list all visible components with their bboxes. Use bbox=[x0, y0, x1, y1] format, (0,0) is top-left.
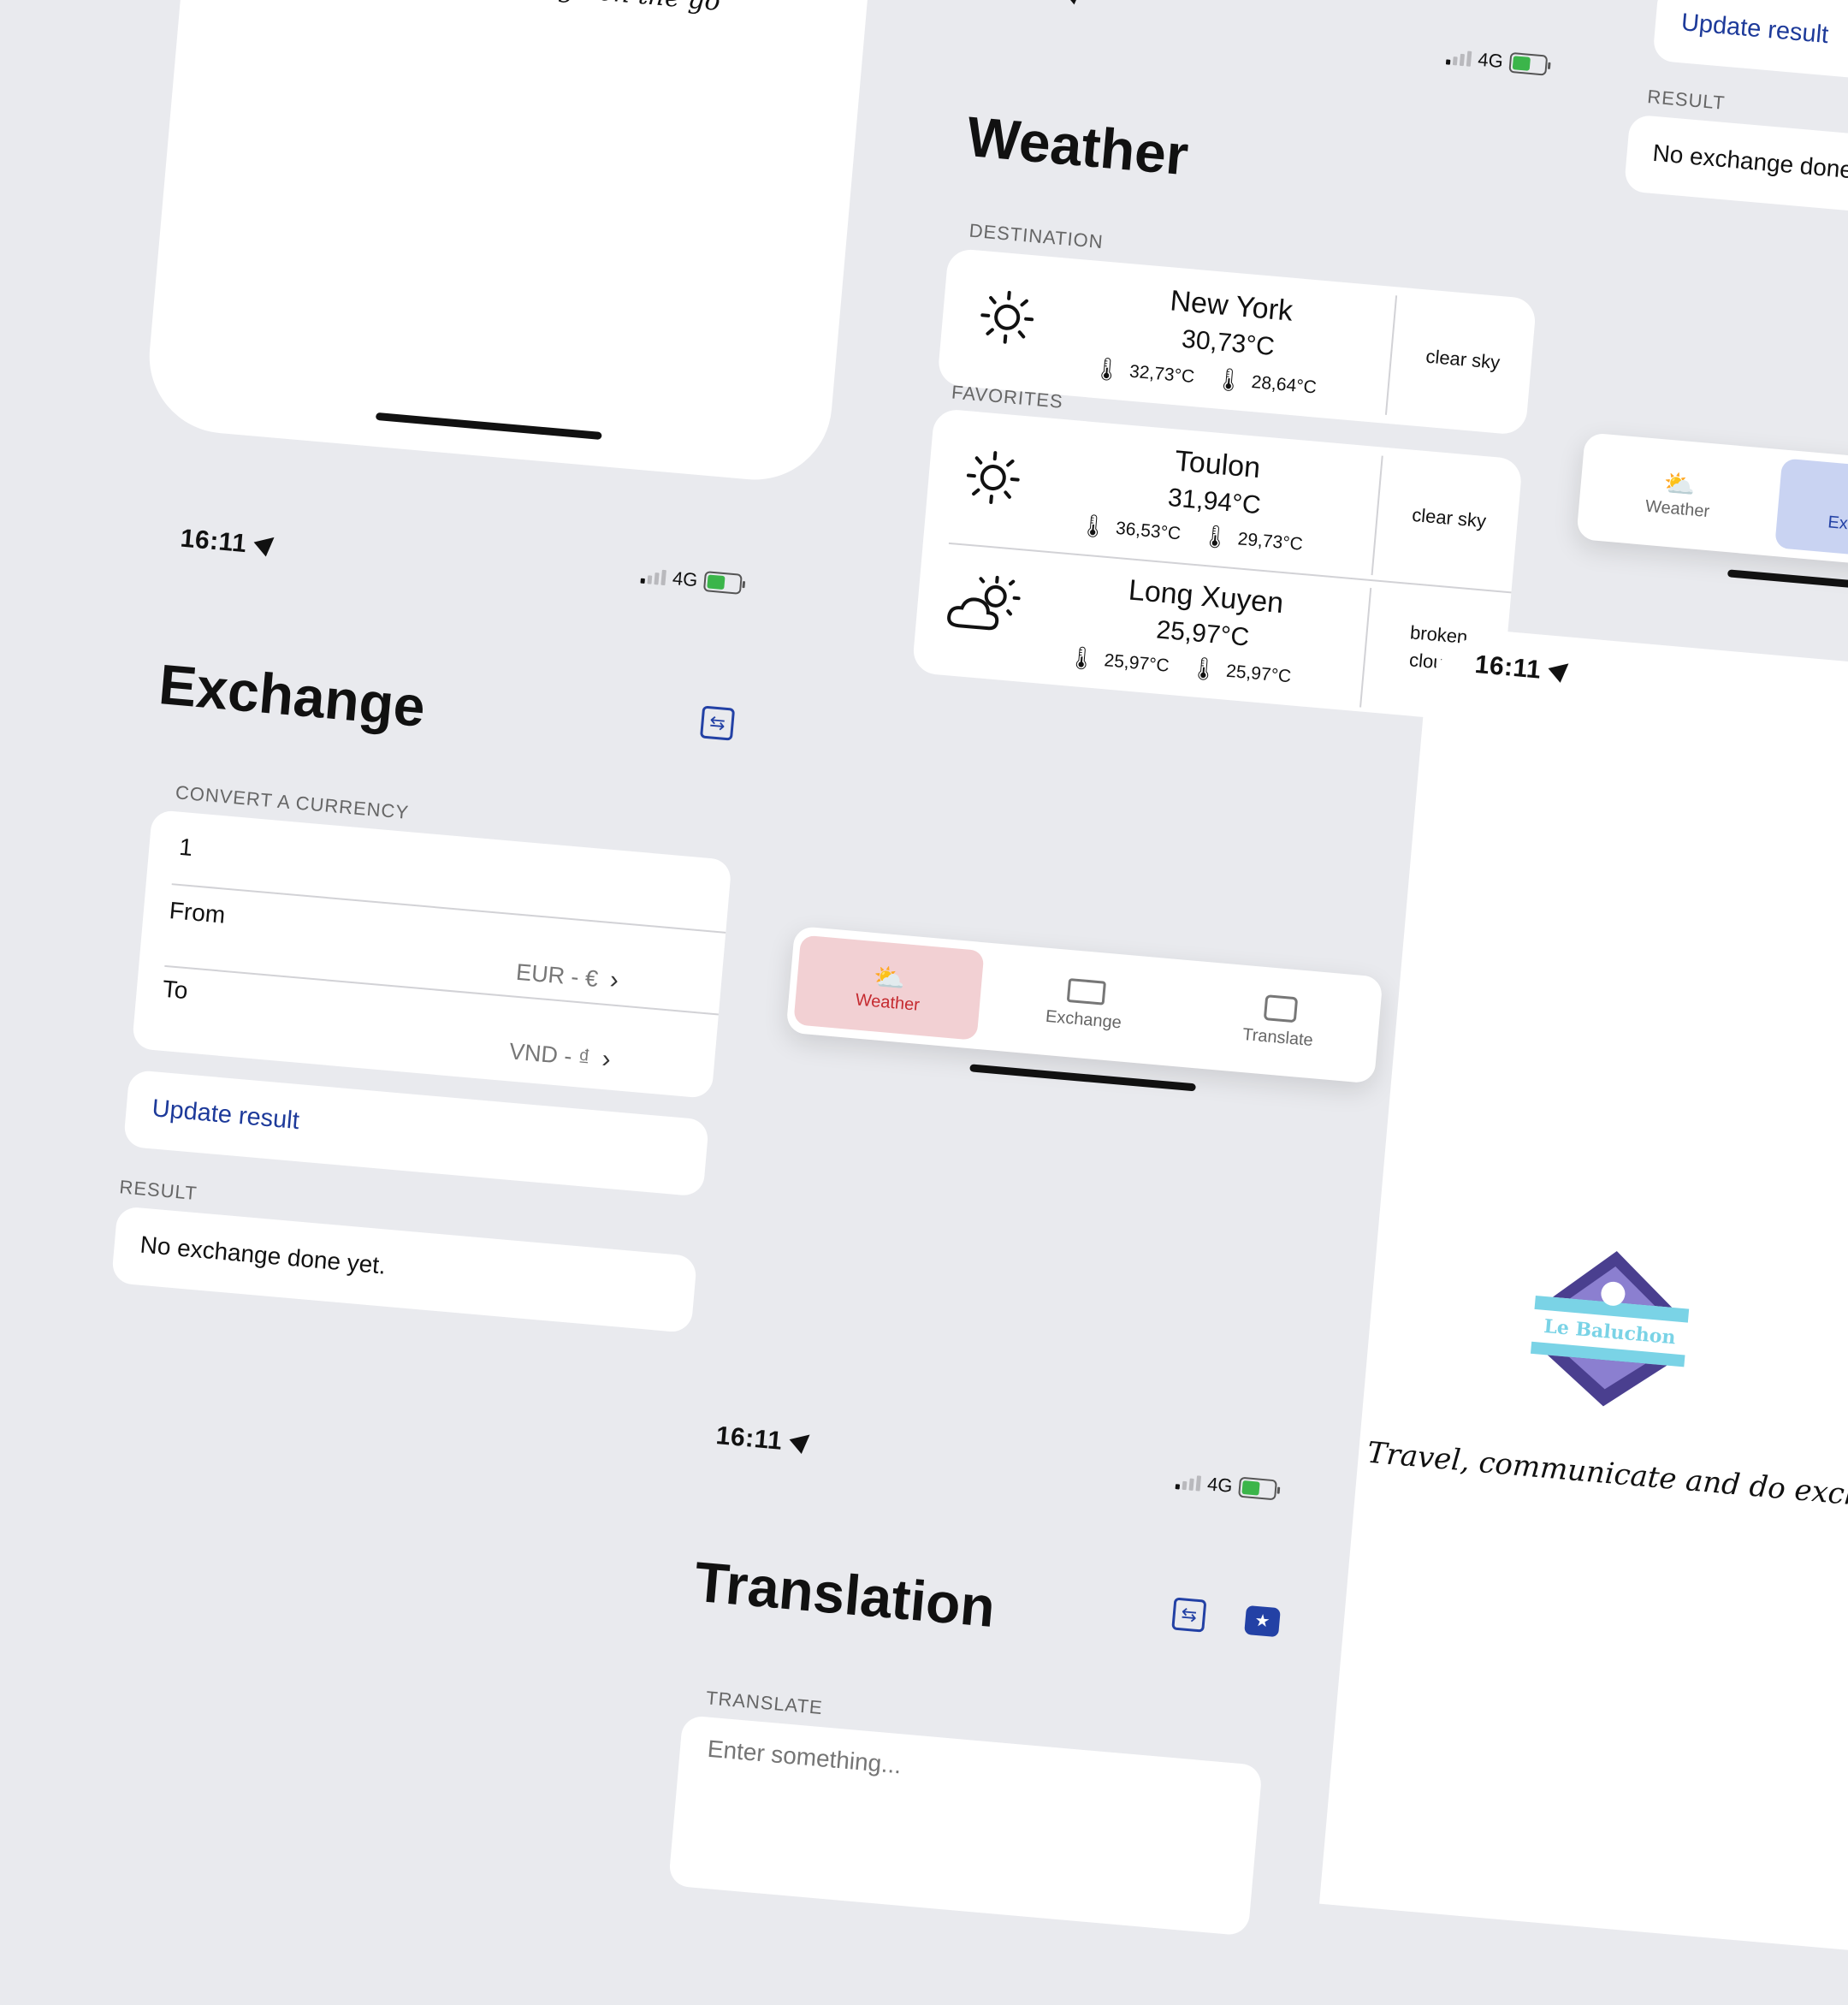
from-label: From bbox=[169, 897, 227, 929]
thermometer-sun-icon: 🌡 bbox=[1066, 644, 1097, 673]
favorite-divider bbox=[1371, 456, 1383, 576]
tab-bar-right: ⛅ Weather Exchange bbox=[1576, 432, 1848, 572]
collage-stage: nge on the go 16:11 4G Weather DESTINATI… bbox=[0, 0, 1848, 1925]
splash-screen-top-left: nge on the go bbox=[143, 0, 899, 486]
thermometer-sun-icon: 🌡 bbox=[1092, 355, 1122, 384]
tab-translate[interactable]: Translate bbox=[1183, 969, 1374, 1074]
swap-arrows-icon: ⇆ bbox=[1181, 1603, 1199, 1626]
sun-icon bbox=[974, 285, 1040, 350]
result-text: No exchange done yet. bbox=[139, 1231, 387, 1280]
favorite-translation-button[interactable]: ★ bbox=[1244, 1605, 1281, 1637]
battery-icon bbox=[1509, 52, 1549, 76]
home-indicator-right bbox=[1727, 569, 1848, 591]
from-picker[interactable]: EUR - € › bbox=[515, 958, 620, 995]
tab-exchange[interactable]: Exchange bbox=[989, 952, 1180, 1058]
destination-divider bbox=[1385, 295, 1397, 415]
tab-bar-center: ⛅ Weather Exchange Translate bbox=[785, 926, 1383, 1084]
location-arrow-icon bbox=[1062, 0, 1088, 4]
favorite-desc: clear sky bbox=[1389, 500, 1510, 537]
swap-arrows-icon: ⇆ bbox=[708, 711, 726, 734]
result-card-right: No exchange done yet. bbox=[1624, 114, 1848, 222]
home-indicator-center bbox=[969, 1064, 1196, 1091]
svg-text:Le Baluchon: Le Baluchon bbox=[1543, 1315, 1676, 1349]
update-result-button-right[interactable]: Update result bbox=[1652, 0, 1848, 90]
exchange-page-title: Exchange bbox=[157, 651, 428, 739]
star-chat-icon: ★ bbox=[1254, 1611, 1271, 1631]
banknote-icon bbox=[1066, 978, 1105, 1005]
translation-status-right: 4G bbox=[1175, 1470, 1277, 1501]
location-arrow-icon bbox=[253, 530, 280, 556]
to-label: To bbox=[162, 976, 189, 1005]
signal-bars-icon bbox=[1176, 1474, 1201, 1491]
weather-status-right: 4G bbox=[1446, 45, 1549, 76]
exchange-status-right: 4G bbox=[640, 565, 743, 596]
splash-tagline-top: nge on the go bbox=[541, 0, 721, 17]
le-baluchon-logo: Le Baluchon bbox=[1518, 1235, 1703, 1421]
location-arrow-icon bbox=[1548, 656, 1574, 683]
chevron-right-icon: › bbox=[608, 965, 619, 995]
battery-icon bbox=[1238, 1477, 1277, 1501]
translation-page-title: Translation bbox=[692, 1549, 998, 1640]
thermometer-sun-icon: 🌡 bbox=[1078, 512, 1109, 541]
translate-input-card bbox=[668, 1715, 1263, 1937]
thermometer-snow-icon: 🌡 bbox=[1214, 365, 1245, 394]
to-picker[interactable]: VND - ₫ › bbox=[508, 1036, 612, 1074]
result-header: RESULT bbox=[119, 1176, 198, 1205]
cloud-sun-icon: ⛅ bbox=[1662, 468, 1697, 501]
signal-bars-icon bbox=[1446, 49, 1472, 66]
tab-weather[interactable]: ⛅ Weather bbox=[793, 935, 984, 1041]
result-header-right: RESULT bbox=[1646, 86, 1726, 115]
chevron-right-icon: › bbox=[601, 1045, 612, 1075]
weather-page-title: Weather bbox=[964, 104, 1191, 187]
signal-bars-icon bbox=[640, 568, 666, 585]
swap-currency-button[interactable]: ⇆ bbox=[700, 705, 735, 740]
from-separator bbox=[164, 965, 719, 1015]
thermometer-snow-icon: 🌡 bbox=[1200, 523, 1231, 552]
favorite-divider bbox=[1359, 588, 1371, 708]
splash-status-time: 16:11 bbox=[1473, 650, 1567, 687]
location-arrow-icon bbox=[789, 1427, 815, 1454]
cloud-sun-icon: ⛅ bbox=[873, 962, 907, 994]
swap-language-button[interactable]: ⇆ bbox=[1171, 1597, 1206, 1632]
convert-card: 1 From EUR - € › To VND - ₫ › bbox=[132, 810, 732, 1099]
translate-input[interactable] bbox=[705, 1735, 1223, 1809]
splash-screen-bottom-right: 16:11 Le Baluchon Travel, communicate an… bbox=[1319, 625, 1848, 1955]
amount-input[interactable]: 1 bbox=[178, 833, 193, 862]
exchange-status-time: 16:11 bbox=[179, 525, 273, 561]
tab-exchange-right[interactable]: Exchange bbox=[1774, 458, 1848, 563]
chat-bubble-icon bbox=[1263, 994, 1297, 1023]
destination-desc: clear sky bbox=[1402, 341, 1524, 378]
cloud-sun-icon bbox=[940, 568, 1028, 644]
splash-tagline: Travel, communicate and do exchange on t… bbox=[1365, 1436, 1848, 1533]
translation-status-time: 16:11 bbox=[714, 1421, 808, 1458]
translate-header: TRANSLATE bbox=[705, 1687, 824, 1719]
thermometer-snow-icon: 🌡 bbox=[1188, 655, 1219, 684]
result-card: No exchange done yet. bbox=[111, 1206, 697, 1333]
destination-header: DESTINATION bbox=[968, 220, 1105, 254]
sun-icon bbox=[961, 445, 1026, 510]
tab-weather-right[interactable]: ⛅ Weather bbox=[1585, 442, 1772, 547]
amount-separator bbox=[172, 883, 726, 933]
battery-icon bbox=[703, 571, 743, 595]
weather-status-time: 16:11 bbox=[987, 0, 1081, 9]
